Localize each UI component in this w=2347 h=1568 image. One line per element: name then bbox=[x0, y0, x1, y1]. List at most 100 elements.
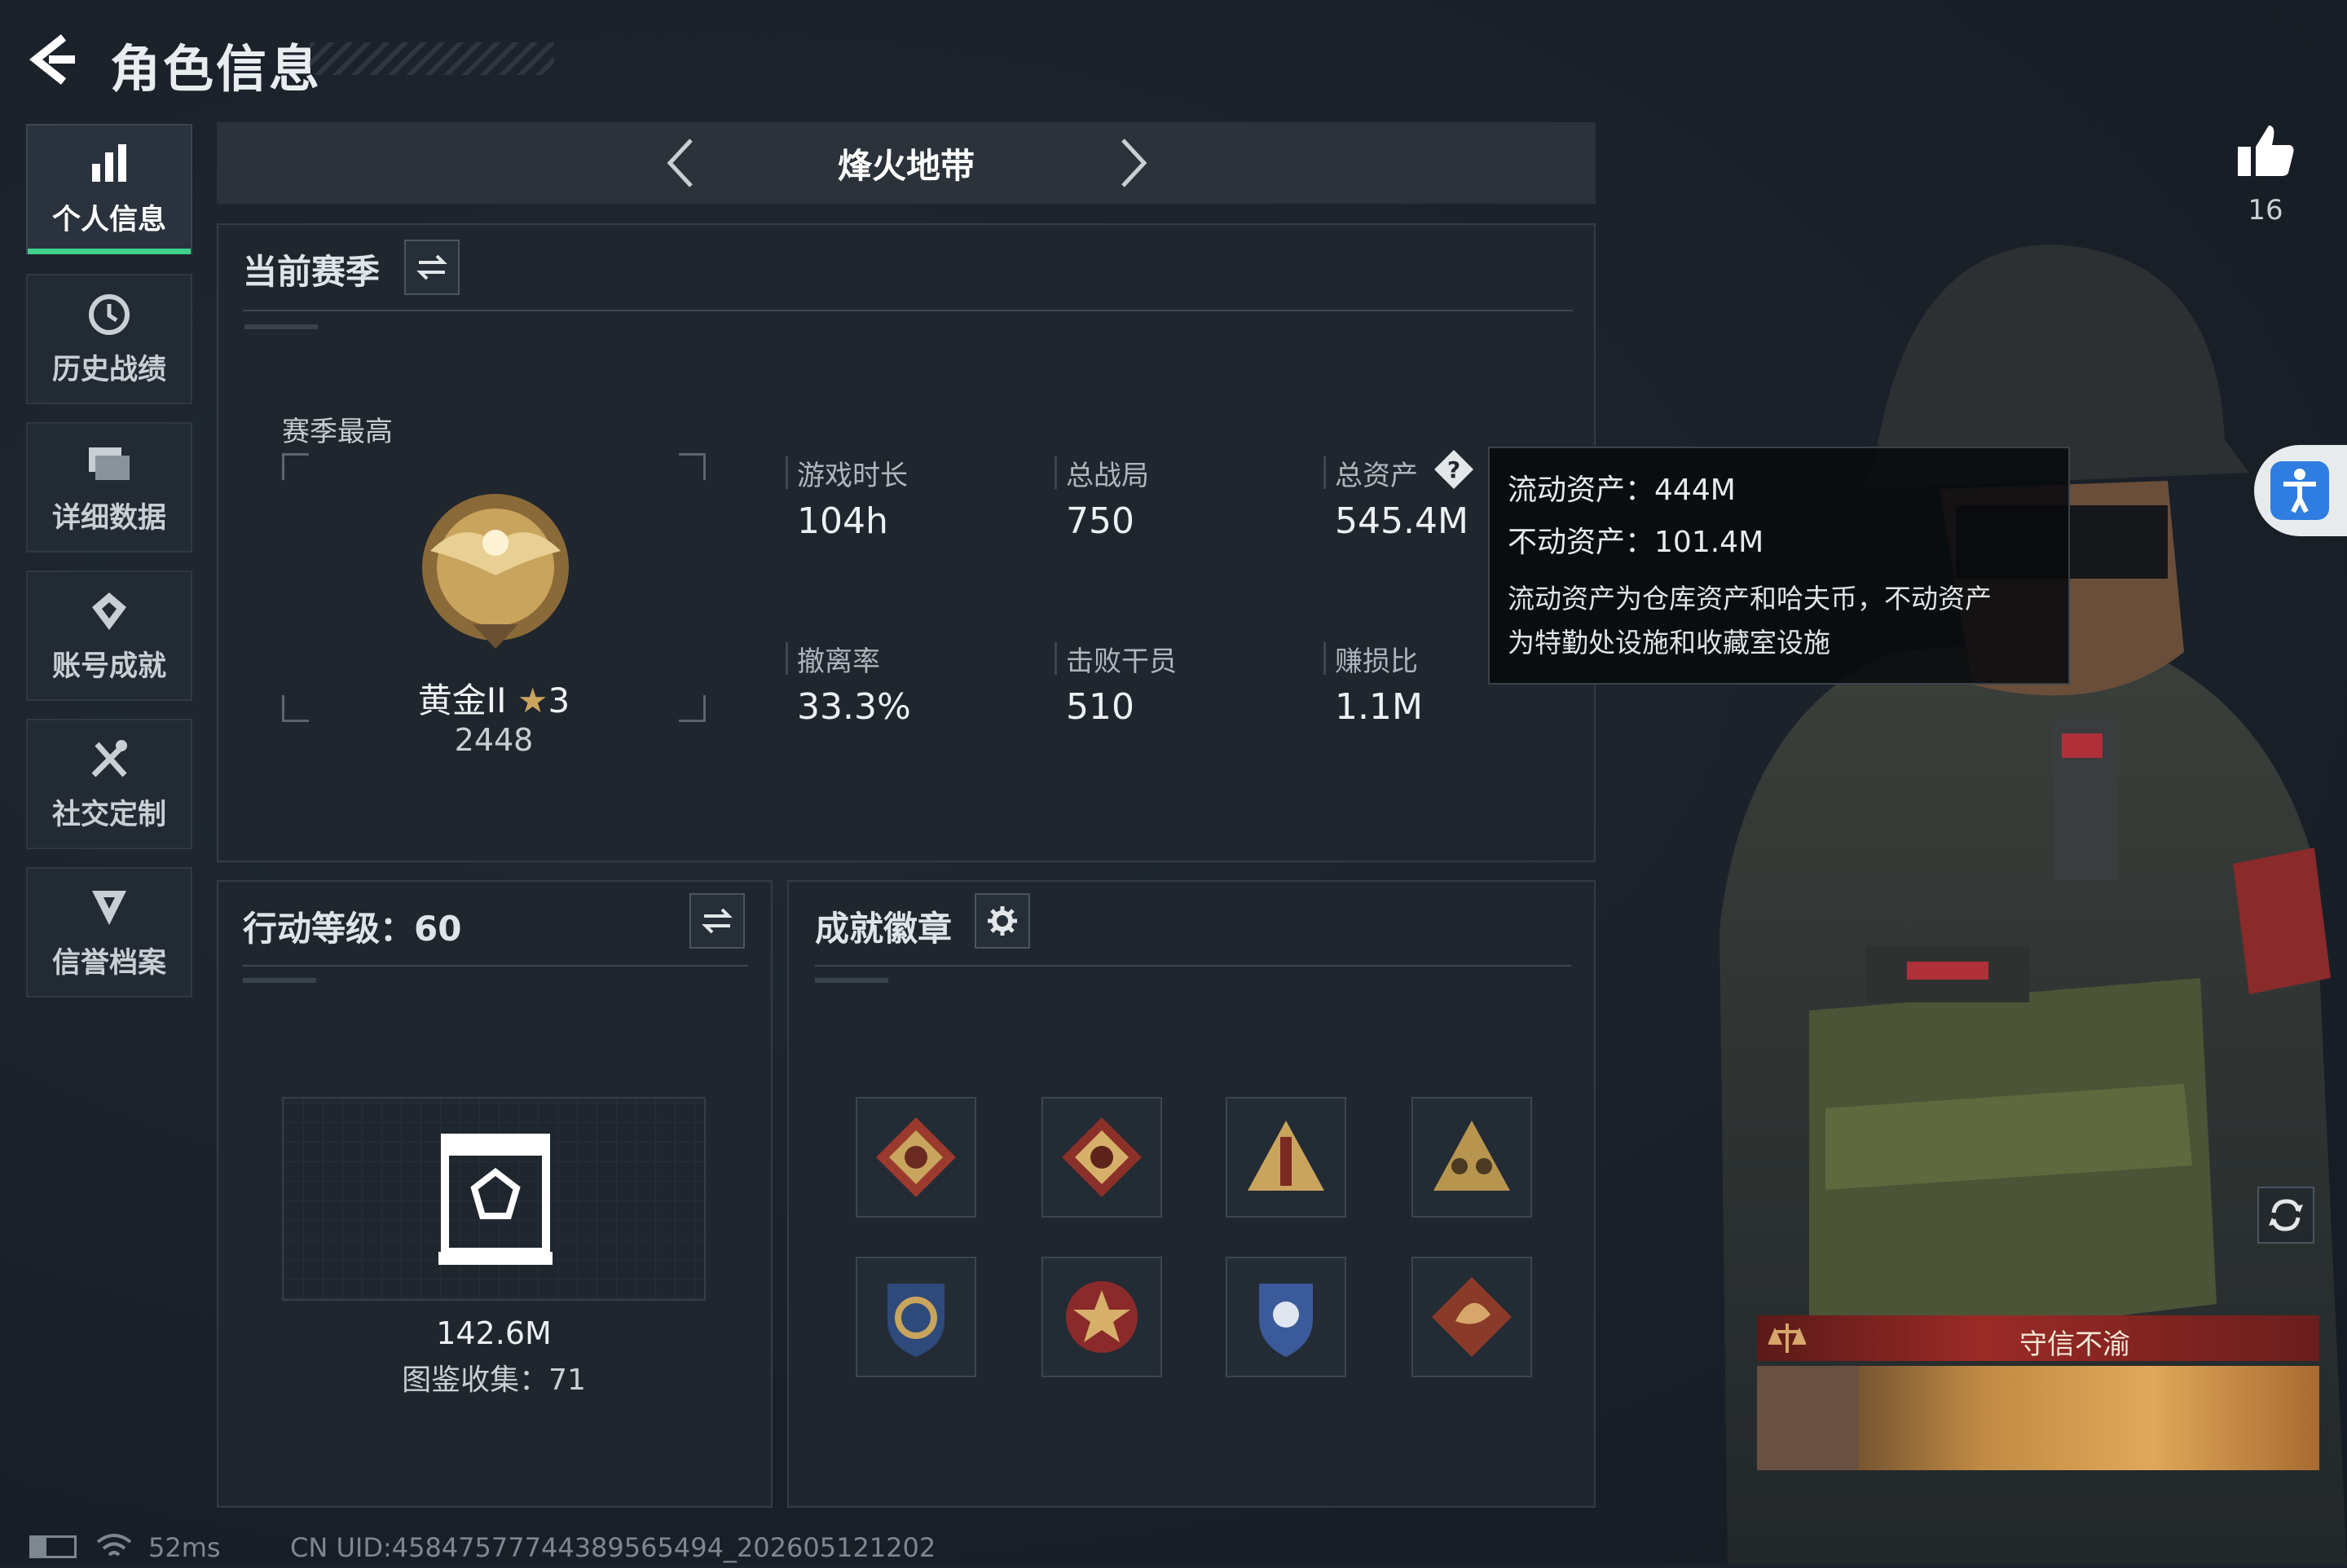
next-mode-button[interactable] bbox=[1105, 137, 1157, 189]
scale-emblem-icon bbox=[1768, 1324, 1806, 1353]
thumbs-up-icon bbox=[2238, 126, 2294, 176]
stat-label-matches: 总战局 bbox=[1066, 460, 1149, 492]
collection-showcase[interactable] bbox=[282, 1097, 706, 1301]
title-card-text: 守信不渝 bbox=[2019, 1328, 2130, 1361]
sidebar-item-detailed-data[interactable]: 详细数据 bbox=[26, 422, 192, 553]
mode-selector: 烽火地带 bbox=[217, 122, 1596, 204]
section-divider bbox=[243, 310, 1573, 311]
tooltip-fixed-row: 不动资产：101.4M bbox=[1508, 517, 2050, 569]
sidebar-item-label: 社交定制 bbox=[51, 798, 166, 831]
badge-star-wreath[interactable] bbox=[1041, 1257, 1162, 1377]
stat-divider bbox=[786, 456, 788, 489]
stat-value-extract-rate: 33.3% bbox=[797, 686, 911, 728]
sidebar-item-label: 详细数据 bbox=[51, 501, 166, 535]
sidebar-item-credit[interactable]: 信誉档案 bbox=[26, 867, 192, 998]
player-uid: CN UID:4584757774438956549​4_20260512120… bbox=[290, 1532, 936, 1563]
stat-divider bbox=[1323, 642, 1326, 675]
stat-value-playtime: 104h bbox=[797, 500, 888, 542]
like-count: 16 bbox=[2248, 194, 2283, 227]
tooltip-fixed-value: 101.4M bbox=[1654, 526, 1764, 559]
chevron-left-icon bbox=[667, 139, 693, 187]
stat-value-profit-ratio: 1.1M bbox=[1335, 686, 1423, 728]
sidebar-item-achievements[interactable]: 账号成就 bbox=[26, 570, 192, 701]
section-divider bbox=[815, 965, 1571, 967]
stat-value-matches: 750 bbox=[1066, 500, 1134, 542]
stat-value-assets: 545.4M bbox=[1335, 500, 1469, 542]
previous-mode-button[interactable] bbox=[657, 137, 709, 189]
assets-tooltip: 流动资产：444M 不动资产：101.4M 流动资产为仓库资产和哈夫币，不动资产… bbox=[1488, 447, 2070, 685]
gold-rank-emblem-icon bbox=[414, 486, 577, 657]
back-button[interactable] bbox=[24, 31, 81, 88]
stat-label-profit-ratio: 赚损比 bbox=[1335, 645, 1418, 678]
badge-wolf[interactable] bbox=[856, 1097, 976, 1218]
tower-badge-icon bbox=[1248, 1121, 1324, 1191]
tooltip-fixed-label: 不动资产： bbox=[1508, 526, 1655, 559]
divider-mark bbox=[243, 978, 316, 983]
folder-icon bbox=[89, 447, 130, 480]
page-title: 角色信息 bbox=[110, 39, 323, 99]
badge-dragon[interactable] bbox=[1411, 1257, 1532, 1377]
stat-label-kills: 击败干员 bbox=[1066, 645, 1177, 678]
rank-star-icon: ★ bbox=[517, 680, 548, 720]
anchor-shield-badge-icon bbox=[887, 1284, 945, 1357]
help-icon[interactable]: ? bbox=[1431, 447, 1477, 492]
sidebar-item-label: 账号成就 bbox=[51, 650, 166, 683]
tooltip-liquid-value: 444M bbox=[1654, 473, 1736, 507]
badge-eagle-shield[interactable] bbox=[1226, 1257, 1346, 1377]
battery-icon bbox=[29, 1535, 77, 1558]
sidebar-item-social[interactable]: 社交定制 bbox=[26, 719, 192, 849]
badge-wolf-2[interactable] bbox=[1041, 1097, 1162, 1218]
badge-anchor-shield[interactable] bbox=[856, 1257, 976, 1377]
title-hatch-decoration bbox=[310, 42, 554, 75]
badge-squad[interactable] bbox=[1411, 1097, 1532, 1218]
stat-divider bbox=[1323, 456, 1326, 489]
dragon-badge-icon bbox=[1432, 1277, 1512, 1357]
section-divider bbox=[243, 965, 748, 967]
title-card-banner: 守信不渝 bbox=[1757, 1315, 2319, 1361]
sidebar-item-label: 历史战绩 bbox=[51, 353, 166, 386]
shield-credit-icon bbox=[92, 890, 126, 925]
rotate-icon bbox=[2269, 1199, 2303, 1231]
sidebar-item-personal-info[interactable]: 个人信息 bbox=[26, 124, 192, 254]
tools-icon bbox=[91, 739, 127, 777]
action-level-switch-button[interactable] bbox=[689, 893, 745, 949]
sidebar-item-label: 信誉档案 bbox=[51, 946, 166, 980]
svg-text:?: ? bbox=[1447, 456, 1460, 483]
accessibility-icon bbox=[2270, 461, 2329, 520]
rotate-model-button[interactable] bbox=[2257, 1187, 2314, 1244]
badge-tower[interactable] bbox=[1226, 1097, 1346, 1218]
stat-value-kills: 510 bbox=[1066, 686, 1134, 728]
clock-history-icon bbox=[89, 293, 130, 335]
season-switch-button[interactable] bbox=[404, 240, 460, 295]
title-card-image bbox=[1757, 1366, 2319, 1470]
divider-mark bbox=[244, 324, 318, 329]
like-button[interactable] bbox=[2233, 119, 2298, 184]
sidebar-item-history[interactable]: 历史战绩 bbox=[26, 274, 192, 404]
ping-value: 52ms bbox=[148, 1532, 221, 1563]
rank-stars: 3 bbox=[548, 680, 570, 720]
sidebar-item-label: 个人信息 bbox=[51, 203, 166, 236]
chevron-right-icon bbox=[1121, 139, 1147, 187]
swap-icon bbox=[702, 908, 733, 934]
stat-divider bbox=[1055, 456, 1057, 489]
collection-case-icon bbox=[438, 1134, 553, 1265]
star-wreath-badge-icon bbox=[1066, 1281, 1138, 1353]
achievement-icon bbox=[92, 592, 126, 630]
swap-icon bbox=[416, 254, 447, 280]
achievements-header: 成就徽章 bbox=[815, 909, 953, 949]
eagle-shield-badge-icon bbox=[1259, 1284, 1313, 1357]
tooltip-note: 流动资产为仓库资产和哈夫币，不动资产 为特勤处设施和收藏室设施 bbox=[1508, 577, 2050, 665]
stat-label-playtime: 游戏时长 bbox=[797, 460, 908, 492]
squad-badge-icon bbox=[1433, 1121, 1510, 1191]
rank-name-row: 黄金II ★3 bbox=[282, 673, 706, 723]
achievements-settings-button[interactable] bbox=[975, 893, 1030, 949]
back-arrow-icon bbox=[29, 34, 75, 85]
gear-icon bbox=[988, 906, 1017, 936]
card-portrait-image bbox=[1757, 1366, 1858, 1470]
stat-divider bbox=[1055, 642, 1057, 675]
stat-label-assets: 总资产 bbox=[1335, 460, 1418, 492]
season-best-label: 赛季最高 bbox=[282, 416, 393, 448]
wifi-icon bbox=[96, 1532, 132, 1561]
accessibility-button[interactable] bbox=[2254, 445, 2347, 536]
collection-count: 图鉴收集：71 bbox=[402, 1363, 586, 1397]
